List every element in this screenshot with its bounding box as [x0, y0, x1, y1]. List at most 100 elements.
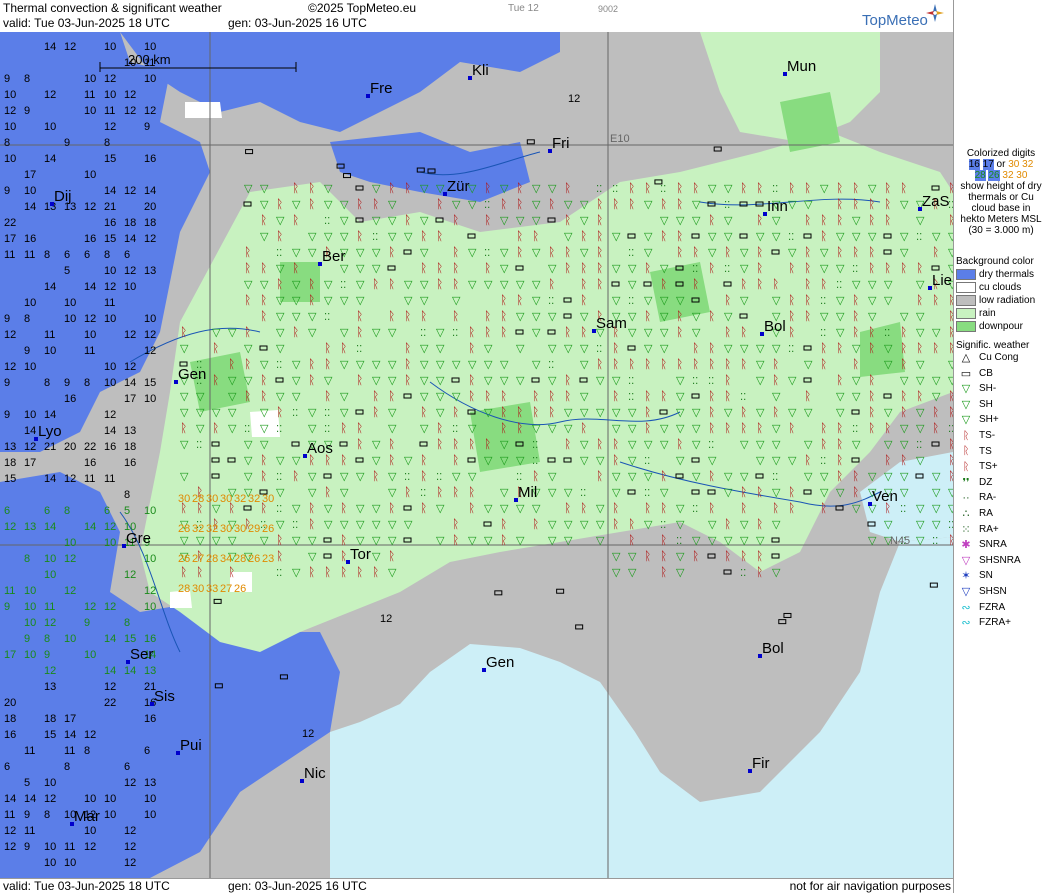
thermal-digit: 10 — [84, 73, 96, 85]
thermal-digit: 12 — [380, 613, 392, 625]
thermal-digit: 8 — [44, 377, 50, 389]
shower-icon: ▽ — [468, 198, 477, 211]
thunderstorm-icon: ᚱ — [452, 533, 459, 547]
shower-icon: ▽ — [644, 246, 653, 259]
shower-icon: ▽ — [516, 534, 525, 547]
shower-icon: ▽ — [676, 294, 685, 307]
shower-icon: ▽ — [452, 470, 461, 483]
thunderstorm-icon: ᚱ — [468, 485, 475, 499]
shower-icon: ▽ — [548, 486, 557, 499]
shower-icon: ▽ — [484, 534, 493, 547]
footer-bar: valid: Tue 03-Jun-2025 18 UTC gen: 03-Ju… — [0, 878, 953, 894]
weather-map[interactable]: 200 km ▽ ▽ ᚱ ᚱ ▽ ▽ ᚱ ᚱ ▽ ▽ ▽ ᚱ ▽ ᚱ ▽ ▽ ᚱ ⁚⁚ ⁚⁚ ᚱ ᚱ ⁚⁚ ᚱ ᚱ ▽ ▽ ᚱ ᚱ ⁚⁚… — [0, 32, 953, 878]
thunderstorm-icon: ᚱ — [484, 213, 491, 227]
thunderstorm-icon: ᚱ — [340, 341, 347, 355]
shower-icon: ▽ — [324, 278, 333, 291]
shower-icon: ▽ — [484, 342, 493, 355]
shower-icon: ▽ — [436, 358, 445, 371]
shower-icon: ▽ — [292, 502, 301, 515]
shower-icon: ▽ — [404, 278, 413, 291]
thunderstorm-icon: ᚱ — [612, 197, 619, 211]
legend-swatch — [956, 282, 976, 293]
shower-icon: ▽ — [692, 534, 701, 547]
thermal-digit: 12 — [104, 121, 116, 133]
thunderstorm-icon: ᚱ — [292, 325, 299, 339]
shower-icon: ▽ — [356, 470, 365, 483]
thunderstorm-icon: ᚱ — [372, 197, 379, 211]
thermal-digit: 9 — [24, 633, 30, 645]
thunderstorm-icon: ᚱ — [324, 565, 331, 579]
thermal-digit: 13 — [144, 665, 156, 677]
shower-icon: ▽ — [868, 294, 877, 307]
shower-icon: ▽ — [916, 278, 925, 291]
thermal-digit: 10 — [4, 121, 16, 133]
thermal-digit: 17 — [4, 649, 16, 661]
thunderstorm-icon: ᚱ — [468, 341, 475, 355]
thermal-digit: 11 — [84, 89, 95, 101]
legend-background-label: low radiation — [979, 295, 1036, 306]
cb-icon — [575, 624, 584, 630]
thermal-digit: 12 — [4, 361, 16, 373]
thunderstorm-icon: ᚱ — [820, 421, 827, 435]
thunderstorm-icon: ᚱ — [404, 485, 411, 499]
thunderstorm-icon: ᚱ — [244, 245, 251, 259]
thermal-digit: 18 — [4, 457, 16, 469]
thunderstorm-icon: ᚱ — [852, 485, 859, 499]
shower-icon: ▽ — [468, 422, 477, 435]
shower-icon: ▽ — [836, 230, 845, 243]
thermal-digit: 13 — [124, 425, 136, 437]
thunderstorm-icon: ᚱ — [916, 341, 923, 355]
thermal-digit: 10 — [124, 57, 136, 69]
shower-icon: ▽ — [196, 422, 205, 435]
thermal-digit: 11 — [24, 745, 35, 757]
thermal-digit: 12 — [104, 281, 116, 293]
thermal-digit: 5 — [24, 777, 30, 789]
thermal-digit: 9 — [4, 377, 10, 389]
city-label: Mar — [74, 808, 100, 825]
shower-icon: ▽ — [676, 550, 685, 563]
thermal-digit: 12 — [144, 233, 156, 245]
thermal-digit: 12 — [84, 201, 96, 213]
shower-icon: ▽ — [836, 262, 845, 275]
legend-weather-label: SN — [979, 570, 993, 582]
shower-icon: ▽ — [724, 406, 733, 419]
cu-base-digit: 30 — [220, 523, 232, 535]
shower-icon: ▽ — [772, 486, 781, 499]
shower-icon: ▽ — [388, 518, 397, 531]
shower-icon: ▽ — [340, 470, 349, 483]
shower-icon: ▽ — [564, 518, 573, 531]
thermal-digit: 12 — [84, 729, 96, 741]
thunderstorm-icon: ᚱ — [516, 181, 523, 195]
shower-icon: ▽ — [276, 214, 285, 227]
thermal-digit: 10 — [24, 585, 36, 597]
legend-weather-row: ▽ SHSN — [956, 585, 1007, 598]
shower-icon: ▽ — [340, 326, 349, 339]
shower-icon: ▽ — [884, 518, 893, 531]
shower-icon: ▽ — [244, 342, 253, 355]
drizzle-icon: ⁚⁚ — [836, 280, 842, 291]
shower-icon: ▽ — [308, 310, 317, 323]
shower-icon: ▽ — [532, 214, 541, 227]
shower-icon: ▽ — [884, 438, 893, 451]
shower-icon: ▽ — [452, 294, 461, 307]
shower-icon: ▽ — [564, 422, 573, 435]
shower-icon: ▽ — [596, 406, 605, 419]
thermal-digit: 14 — [4, 793, 16, 805]
shower-icon: ▽ — [756, 454, 765, 467]
thermal-digit: 10 — [44, 777, 56, 789]
shower-icon: ▽ — [388, 534, 397, 547]
thunderstorm-heavy-icon: ᚱ — [962, 460, 970, 473]
thermal-digit: 16 — [4, 729, 16, 741]
thunderstorm-icon: ᚱ — [244, 357, 251, 371]
shower-icon: ▽ — [596, 518, 605, 531]
map-canvas[interactable]: 200 km ▽ ▽ ᚱ ᚱ ▽ ▽ ᚱ ᚱ ▽ ▽ ▽ ᚱ ▽ ᚱ ▽ ▽ ᚱ ⁚⁚ ⁚⁚ ᚱ ᚱ ⁚⁚ ᚱ ᚱ ▽ ▽ ᚱ ᚱ ⁚⁚… — [0, 32, 953, 878]
shower-icon: ▽ — [852, 230, 861, 243]
thermal-digit: 10 — [44, 569, 56, 581]
thunderstorm-icon: ᚱ — [644, 549, 651, 563]
drizzle-icon: ⁚⁚ — [548, 360, 554, 371]
shower-icon: ▽ — [452, 358, 461, 371]
thunderstorm-icon: ᚱ — [308, 181, 315, 195]
thermal-digit: 8 — [44, 249, 50, 261]
thunderstorm-icon: ᚱ — [772, 501, 779, 515]
thunderstorm-icon: ᚱ — [516, 405, 523, 419]
